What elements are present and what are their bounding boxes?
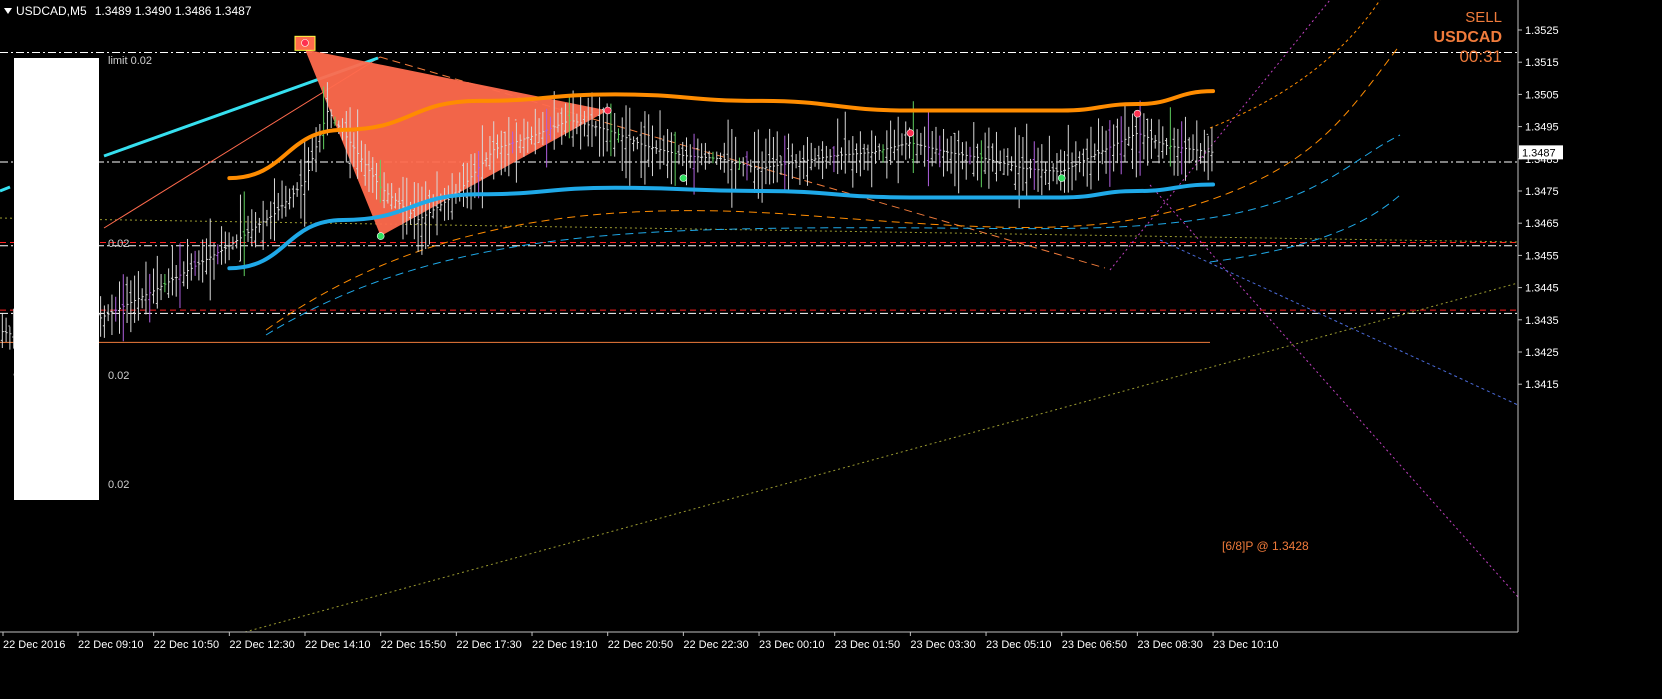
current-price-label: 1.3487 bbox=[1522, 147, 1556, 159]
time-tick-label: 23 Dec 08:30 bbox=[1137, 639, 1202, 651]
pivot-marker-high bbox=[906, 129, 915, 137]
time-tick-label: 23 Dec 05:10 bbox=[986, 639, 1051, 651]
time-tick-label: 22 Dec 10:50 bbox=[154, 639, 219, 651]
dropdown-triangle-icon[interactable] bbox=[4, 8, 12, 14]
price-tick-label: 1.3445 bbox=[1525, 283, 1559, 295]
limit-level-label: limit 0.02 bbox=[108, 55, 152, 67]
price-tick-label: 1.3435 bbox=[1525, 315, 1559, 327]
time-tick-label: 22 Dec 15:50 bbox=[381, 639, 446, 651]
time-tick-label: 23 Dec 06:50 bbox=[1062, 639, 1127, 651]
time-tick-label: 22 Dec 09:10 bbox=[78, 639, 143, 651]
level-label-1: 0.02 bbox=[108, 238, 129, 250]
time-tick-label: 22 Dec 22:30 bbox=[683, 639, 748, 651]
price-chart[interactable]: limit 0.02 0.02 0.02 0.02 [6/8]P @ 1.342… bbox=[0, 0, 1662, 694]
level-label-3: 0.02 bbox=[108, 479, 129, 491]
chart-header: USDCAD,M5 1.3489 1.3490 1.3486 1.3487 bbox=[4, 4, 252, 18]
time-tick-label: 22 Dec 19:10 bbox=[532, 639, 597, 651]
current-price-marker: 1.3487 bbox=[1519, 145, 1563, 160]
ohlc-values: 1.3489 1.3490 1.3486 1.3487 bbox=[94, 4, 252, 18]
time-tick-label: 22 Dec 20:50 bbox=[608, 639, 673, 651]
price-tick-label: 1.3525 bbox=[1525, 25, 1559, 37]
time-tick-label: 22 Dec 17:30 bbox=[456, 639, 521, 651]
price-tick-label: 1.3475 bbox=[1525, 186, 1559, 198]
price-tick-label: 1.3425 bbox=[1525, 347, 1559, 359]
pivot-marker-high bbox=[603, 106, 612, 115]
time-tick-label: 23 Dec 01:50 bbox=[835, 639, 900, 651]
price-tick-label: 1.3505 bbox=[1525, 89, 1559, 101]
price-tick-label: 1.3455 bbox=[1525, 250, 1559, 262]
pivot-marker-low bbox=[679, 174, 688, 182]
pivot-marker-high bbox=[1133, 109, 1142, 118]
time-tick-label: 22 Dec 14:10 bbox=[305, 639, 370, 651]
symbol-timeframe: USDCAD,M5 bbox=[16, 4, 87, 18]
time-tick-label: 22 Dec 2016 bbox=[3, 639, 65, 651]
price-tick-label: 1.3415 bbox=[1525, 379, 1559, 391]
time-tick-label: 23 Dec 10:10 bbox=[1213, 639, 1278, 651]
price-tick-label: 1.3465 bbox=[1525, 218, 1559, 230]
pivot-marker-high bbox=[301, 39, 309, 47]
time-tick-label: 23 Dec 03:30 bbox=[910, 639, 975, 651]
price-tick-label: 1.3515 bbox=[1525, 57, 1559, 69]
pivot-level-label: [6/8]P @ 1.3428 bbox=[1222, 539, 1309, 553]
signal-direction: SELL bbox=[1465, 9, 1502, 26]
time-tick-label: 23 Dec 00:10 bbox=[759, 639, 824, 651]
time-tick-label: 22 Dec 12:30 bbox=[229, 639, 294, 651]
pivot-marker-low bbox=[1057, 174, 1066, 182]
redacted-panel bbox=[14, 58, 99, 500]
price-tick-label: 1.3495 bbox=[1525, 122, 1559, 134]
pivot-marker-low bbox=[376, 232, 385, 240]
chart-window[interactable]: limit 0.02 0.02 0.02 0.02 [6/8]P @ 1.342… bbox=[0, 0, 1662, 694]
level-label-2: 0.02 bbox=[108, 370, 129, 382]
signal-timer: 00:31 bbox=[1459, 47, 1502, 66]
signal-symbol: USDCAD bbox=[1433, 29, 1502, 46]
